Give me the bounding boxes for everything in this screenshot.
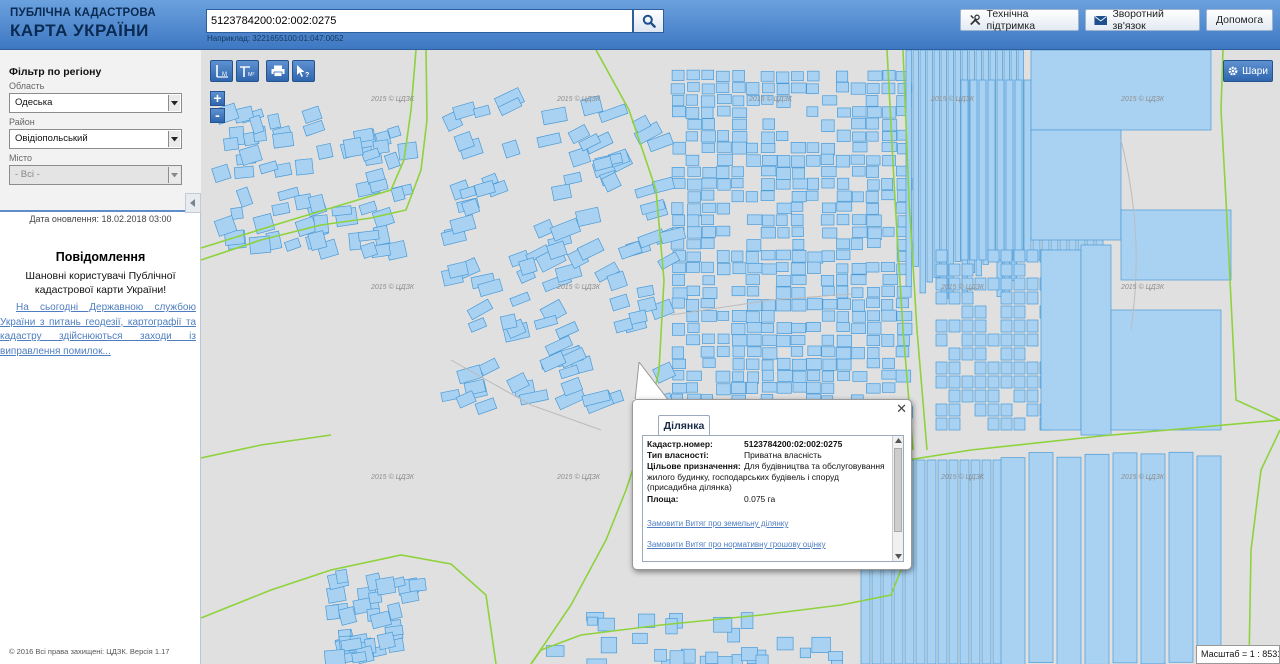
watermark: 2015 © ЦДЗК [931,96,975,103]
identify-button[interactable]: ? [292,60,315,82]
sidebar: Фільтр по регіону Область Одеська Район … [0,50,201,664]
svg-text:M²: M² [248,72,255,78]
svg-text:M: M [222,72,227,78]
map-canvas[interactable]: 2015 © ЦДЗК 2015 © ЦДЗК 2015 © ЦДЗК 2015… [201,50,1280,664]
logo-line2: КАРТА УКРАЇНИ [10,20,149,40]
popup-body: Кадастр.номер: 5123784200:02:002:0275 Ти… [642,435,904,562]
row-purpose: Цільове призначення: Для будівництва та … [647,461,885,492]
order-valuation-link[interactable]: Замовити Витяг про нормативну грошову оц… [647,540,826,551]
watermark: 2015 © ЦДЗК [371,284,415,291]
row-cadastral-number: Кадастр.номер: 5123784200:02:002:0275 [647,439,843,449]
dropdown-arrow-icon [168,95,180,111]
update-date: Дата оновлення: 18.02.2018 03:00 [29,214,172,224]
search-input[interactable] [206,9,633,33]
watermark: 2015 © ЦДЗК [1121,96,1165,103]
watermark: 2015 © ЦДЗК [749,96,793,103]
printer-icon [271,65,284,77]
collapse-sidebar-button[interactable] [185,193,201,213]
copyright: © 2016 Всі права захищені: ЦДЗК. Версія … [9,647,170,656]
region-select[interactable]: Одеська [9,93,182,113]
region-label: Область [9,81,45,91]
district-value: Овідіопольський [15,133,88,144]
popup-pointer [633,362,683,402]
print-button[interactable] [266,60,289,82]
svg-text:?: ? [305,72,309,78]
search-example: Наприклад: 3221655100:01:047:0052 [207,34,344,43]
cursor-question-icon: ? [297,65,309,78]
envelope-icon [1094,15,1108,25]
watermark: 2015 © ЦДЗК [371,474,415,481]
site-logo[interactable]: ПУБЛІЧНА КАДАСТРОВА КАРТА УКРАЇНИ [10,7,156,40]
watermark: 2015 © ЦДЗК [557,474,601,481]
watermark: 2015 © ЦДЗК [941,474,985,481]
app-window: ПУБЛІЧНА КАДАСТРОВА КАРТА УКРАЇНИ Наприк… [0,0,1280,664]
notice-link[interactable]: На сьогодні Державною службою України з … [0,301,196,359]
logo-line1: ПУБЛІЧНА КАДАСТРОВА [10,7,156,19]
district-label: Район [9,117,35,127]
popup-scrollbar[interactable] [892,436,903,561]
layers-button[interactable]: Шари [1223,60,1273,82]
watermark: 2015 © ЦДЗК [1121,474,1165,481]
region-filter-panel: Фільтр по регіону Область Одеська Район … [0,50,201,212]
search-button[interactable] [633,9,664,33]
layers-label: Шари [1242,65,1268,77]
city-label: Місто [9,153,33,163]
gear-icon [1228,66,1238,76]
parcel-details: Кадастр.номер: 5123784200:02:002:0275 Ти… [647,439,889,561]
region-value: Одеська [15,97,53,108]
scale-indicator: Масштаб = 1 : 8531 [1196,645,1280,664]
city-select[interactable]: - Всі - [9,165,182,185]
watermark: 2015 © ЦДЗК [941,284,985,291]
chevron-left-icon [190,199,195,207]
measure-distance-button[interactable]: M [210,60,233,82]
scroll-up-icon[interactable] [895,438,902,443]
row-ownership: Тип власності: Приватна власність [647,450,822,460]
help-button[interactable]: Допомога [1206,9,1273,31]
help-label: Допомога [1215,14,1264,26]
scroll-down-icon[interactable] [895,554,902,559]
row-area: Площа: 0.075 га [647,494,776,504]
notice-text: Шановні користувачі Публічної кадастрово… [25,270,176,296]
header-bar: ПУБЛІЧНА КАДАСТРОВА КАРТА УКРАЇНИ Наприк… [0,0,1280,50]
close-icon[interactable]: ✕ [896,401,907,417]
parcel-info-popup: ✕ Ділянка Кадастр.номер: 5123784200:02:0… [632,399,912,570]
zoom-out-button[interactable]: - [210,108,225,123]
scrollbar-thumb[interactable] [894,448,902,532]
parcel-layer [211,50,1232,664]
tab-parcel[interactable]: Ділянка [658,415,710,436]
order-extract-link[interactable]: Замовити Витяг про земельну ділянку [647,519,788,530]
search-icon [642,14,656,28]
feedback-label: Зворотний зв'язок [1112,8,1164,32]
dropdown-arrow-icon [168,167,180,183]
feedback-button[interactable]: Зворотний зв'язок [1085,8,1200,32]
support-button[interactable]: Технічна підтримка [960,8,1079,32]
cadastral-map[interactable] [201,50,1280,664]
watermark: 2015 © ЦДЗК [371,96,415,103]
dropdown-arrow-icon [168,131,180,147]
watermark: 2015 © ЦДЗК [1121,284,1165,291]
tools-icon [970,14,981,26]
ruler-icon: M [215,65,228,78]
zoom-in-button[interactable]: + [210,91,225,106]
watermark: 2015 © ЦДЗК [557,96,601,103]
area-measure-icon: M² [239,66,255,78]
support-label: Технічна підтримка [986,8,1036,32]
measure-area-button[interactable]: M² [236,60,259,82]
watermark: 2015 © ЦДЗК [557,284,601,291]
city-value: - Всі - [15,169,40,180]
cadastral-number-value: 5123784200:02:002:0275 [744,439,843,449]
filter-title: Фільтр по регіону [9,66,102,78]
notice-title: Повідомлення [55,250,146,264]
district-select[interactable]: Овідіопольський [9,129,182,149]
